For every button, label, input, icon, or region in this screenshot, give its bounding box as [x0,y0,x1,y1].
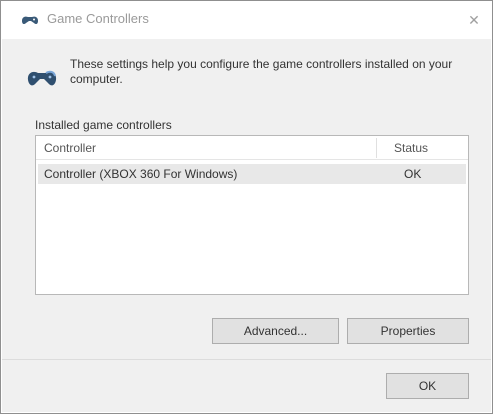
close-icon: ✕ [468,11,480,28]
window-title: Game Controllers [47,11,149,26]
close-button[interactable]: ✕ [456,1,492,39]
column-divider[interactable] [376,138,377,158]
dialog-body: These settings help you configure the ga… [2,39,491,412]
controller-status: OK [404,167,422,181]
gamepad-icon [19,12,41,28]
game-controllers-dialog: Game Controllers ✕ These settings help y… [0,0,493,414]
list-item[interactable]: Controller (XBOX 360 For Windows) OK [38,164,466,184]
column-header-status[interactable]: Status [394,141,428,155]
title-bar: Game Controllers ✕ [1,1,492,39]
info-description: These settings help you configure the ga… [70,57,453,86]
installed-controllers-label: Installed game controllers [35,118,172,132]
gamepad-icon [24,65,60,91]
controllers-list[interactable]: Controller Status Controller (XBOX 360 F… [35,135,469,295]
advanced-button[interactable]: Advanced... [212,318,339,344]
list-header: Controller Status [36,136,468,160]
ok-button[interactable]: OK [386,373,469,399]
footer-divider [2,359,491,360]
column-header-controller[interactable]: Controller [44,141,96,155]
properties-button[interactable]: Properties [347,318,469,344]
controller-name: Controller (XBOX 360 For Windows) [44,167,238,181]
